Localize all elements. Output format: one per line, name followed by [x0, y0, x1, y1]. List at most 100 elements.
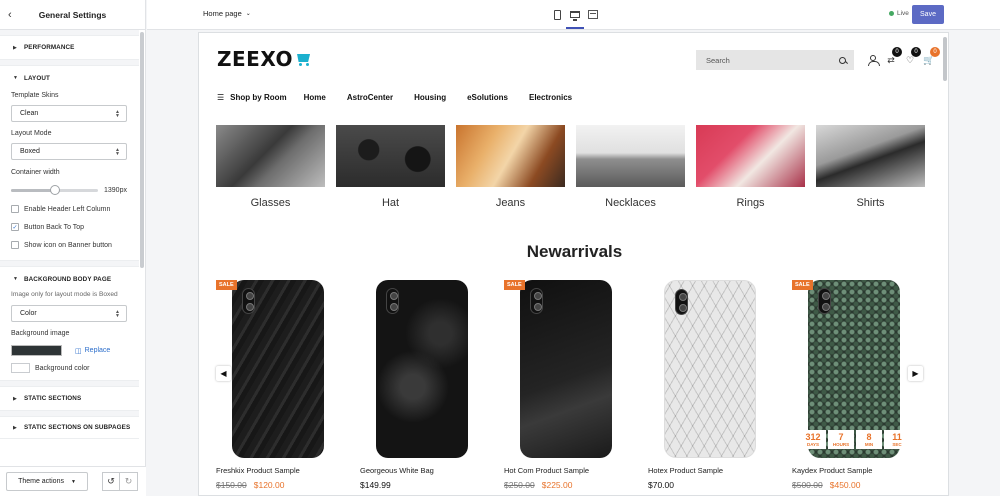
category-card[interactable]: Glasses — [216, 125, 325, 209]
background-color-row[interactable]: Background color — [11, 363, 128, 373]
category-card[interactable]: Hat — [336, 125, 445, 209]
category-image[interactable] — [456, 125, 565, 187]
menu-icon[interactable]: ☰ — [217, 93, 224, 102]
countdown-hours: 7 HOURS — [828, 430, 854, 449]
camera-cutout — [675, 289, 688, 315]
store-logo[interactable]: ZEEXO — [217, 47, 312, 71]
undo-icon[interactable]: ↺ — [102, 472, 120, 491]
category-card[interactable]: Necklaces — [576, 125, 685, 209]
checkbox-box[interactable] — [11, 241, 19, 249]
replace-link[interactable]: ◫ Replace — [75, 347, 110, 355]
product-card[interactable]: SALE Hot Com Product Sample $250.00 $225… — [504, 280, 628, 490]
desktop-view-button[interactable] — [566, 6, 584, 29]
select-value: Clean — [20, 110, 39, 117]
checkbox-box[interactable] — [11, 205, 19, 213]
product-card[interactable]: Georgeous White Bag $149.99 — [360, 280, 484, 490]
product-image[interactable] — [648, 280, 772, 460]
save-button[interactable]: Save — [912, 5, 944, 24]
product-image[interactable]: SALE — [504, 280, 628, 460]
sidebar-footer: Theme actions ▼ ↺ ↻ — [0, 466, 146, 496]
template-skins-select[interactable]: Clean ▲ ▼ — [11, 105, 127, 122]
section-performance[interactable]: ▶ PERFORMANCE — [0, 36, 139, 60]
store-search-input[interactable]: Search — [696, 50, 854, 70]
category-label[interactable]: Necklaces — [576, 197, 685, 209]
nav-item-shop-by-room[interactable]: Shop by Room — [230, 93, 286, 102]
cart-icon[interactable]: 🛒 0 — [923, 47, 940, 66]
header-icons: ⇄ 0 ♡ 0 🛒 0 — [867, 47, 940, 66]
chevron-down-icon: ▼ — [70, 478, 76, 485]
product-name[interactable]: Kaydex Product Sample — [792, 466, 916, 475]
background-type-select[interactable]: Color ▲ ▼ — [11, 305, 127, 322]
product-name[interactable]: Hot Com Product Sample — [504, 466, 628, 475]
section-layout[interactable]: ▼ LAYOUT — [0, 66, 139, 90]
category-image[interactable] — [216, 125, 325, 187]
carousel-prev-arrow-icon[interactable]: ◀ — [216, 366, 231, 381]
preview-scrollbar[interactable] — [943, 37, 947, 81]
checkmark-icon[interactable]: ✓ — [11, 223, 19, 231]
product-name[interactable]: Georgeous White Bag — [360, 466, 484, 475]
background-color-label: Background color — [35, 364, 90, 372]
checkbox-label: Show icon on Banner button — [24, 241, 112, 249]
back-arrow-icon[interactable]: ‹ — [8, 8, 20, 22]
category-image[interactable] — [336, 125, 445, 187]
product-image[interactable]: SALE 312 DAYS 7 HOURS 8 MIN 11 SEC — [792, 280, 916, 460]
product-card[interactable]: SALE 312 DAYS 7 HOURS 8 MIN 11 SEC Kayde… — [792, 280, 916, 490]
product-image[interactable]: SALE — [216, 280, 340, 460]
theme-actions-button[interactable]: Theme actions ▼ — [6, 472, 88, 491]
section-static-subpages[interactable]: ▶ STATIC SECTIONS ON SUBPAGES — [0, 417, 139, 439]
category-image[interactable] — [576, 125, 685, 187]
compare-count-badge: 0 — [892, 47, 902, 57]
nav-item-electronics[interactable]: Electronics — [529, 93, 572, 102]
editor-topbar: Home page ⌄ Live Save — [147, 0, 1000, 30]
carousel-next-arrow-icon[interactable]: ▶ — [908, 366, 923, 381]
product-card[interactable]: Hotex Product Sample $70.00 — [648, 280, 772, 490]
section-static[interactable]: ▶ STATIC SECTIONS — [0, 387, 139, 411]
category-card[interactable]: Jeans — [456, 125, 565, 209]
layout-mode-select[interactable]: Boxed ▲ ▼ — [11, 143, 127, 160]
category-label[interactable]: Jeans — [456, 197, 565, 209]
section-background-body[interactable]: ▼ BACKGROUND BODY PAGE — [0, 267, 139, 291]
category-label[interactable]: Rings — [696, 197, 805, 209]
select-arrows-icon: ▲ ▼ — [115, 308, 120, 319]
phone-case — [376, 280, 468, 458]
chevron-down-icon: ⌄ — [245, 11, 251, 17]
category-card[interactable]: Shirts — [816, 125, 925, 209]
checkbox-enable-header-left-column[interactable]: Enable Header Left Column — [11, 200, 128, 218]
nav-item-housing[interactable]: Housing — [414, 93, 446, 102]
container-width-slider[interactable] — [11, 184, 98, 195]
search-icon[interactable] — [839, 56, 846, 64]
product-name[interactable]: Freshkix Product Sample — [216, 466, 340, 475]
redo-icon[interactable]: ↻ — [120, 472, 138, 491]
background-section-body: Image only for layout mode is Boxed Colo… — [0, 291, 139, 373]
wishlist-icon[interactable]: ♡ 0 — [904, 47, 921, 66]
product-card[interactable]: SALE Freshkix Product Sample $150.00 $12… — [216, 280, 340, 490]
compare-icon[interactable]: ⇄ 0 — [885, 47, 902, 66]
background-image-thumbnail[interactable] — [11, 345, 62, 356]
checkbox-show-icon-banner[interactable]: Show icon on Banner button — [11, 236, 128, 254]
nav-item-esolutions[interactable]: eSolutions — [467, 93, 508, 102]
fullscreen-icon — [588, 10, 598, 19]
category-image[interactable] — [696, 125, 805, 187]
nav-item-astrocenter[interactable]: AstroCenter — [347, 93, 393, 102]
category-card[interactable]: Rings — [696, 125, 805, 209]
category-label[interactable]: Shirts — [816, 197, 925, 209]
color-swatch[interactable] — [11, 363, 30, 373]
slider-handle[interactable] — [49, 184, 60, 195]
checkbox-button-back-to-top[interactable]: ✓ Button Back To Top — [11, 218, 128, 236]
fullscreen-view-button[interactable] — [585, 6, 601, 23]
product-name[interactable]: Hotex Product Sample — [648, 466, 772, 475]
category-label[interactable]: Glasses — [216, 197, 325, 209]
category-label[interactable]: Hat — [336, 197, 445, 209]
category-image[interactable] — [816, 125, 925, 187]
mobile-view-button[interactable] — [549, 6, 565, 23]
page-selector[interactable]: Home page ⌄ — [203, 9, 251, 18]
caret-right-icon: ▶ — [13, 424, 17, 431]
nav-item-home[interactable]: Home — [304, 93, 326, 102]
status-dot-icon — [889, 11, 894, 16]
sidebar-scrollbar[interactable] — [140, 32, 144, 268]
account-icon[interactable] — [867, 54, 880, 66]
camera-cutout — [242, 288, 255, 314]
product-image[interactable] — [360, 280, 484, 460]
slider-fill — [11, 188, 55, 192]
logo-text: ZEEXO — [217, 47, 294, 71]
